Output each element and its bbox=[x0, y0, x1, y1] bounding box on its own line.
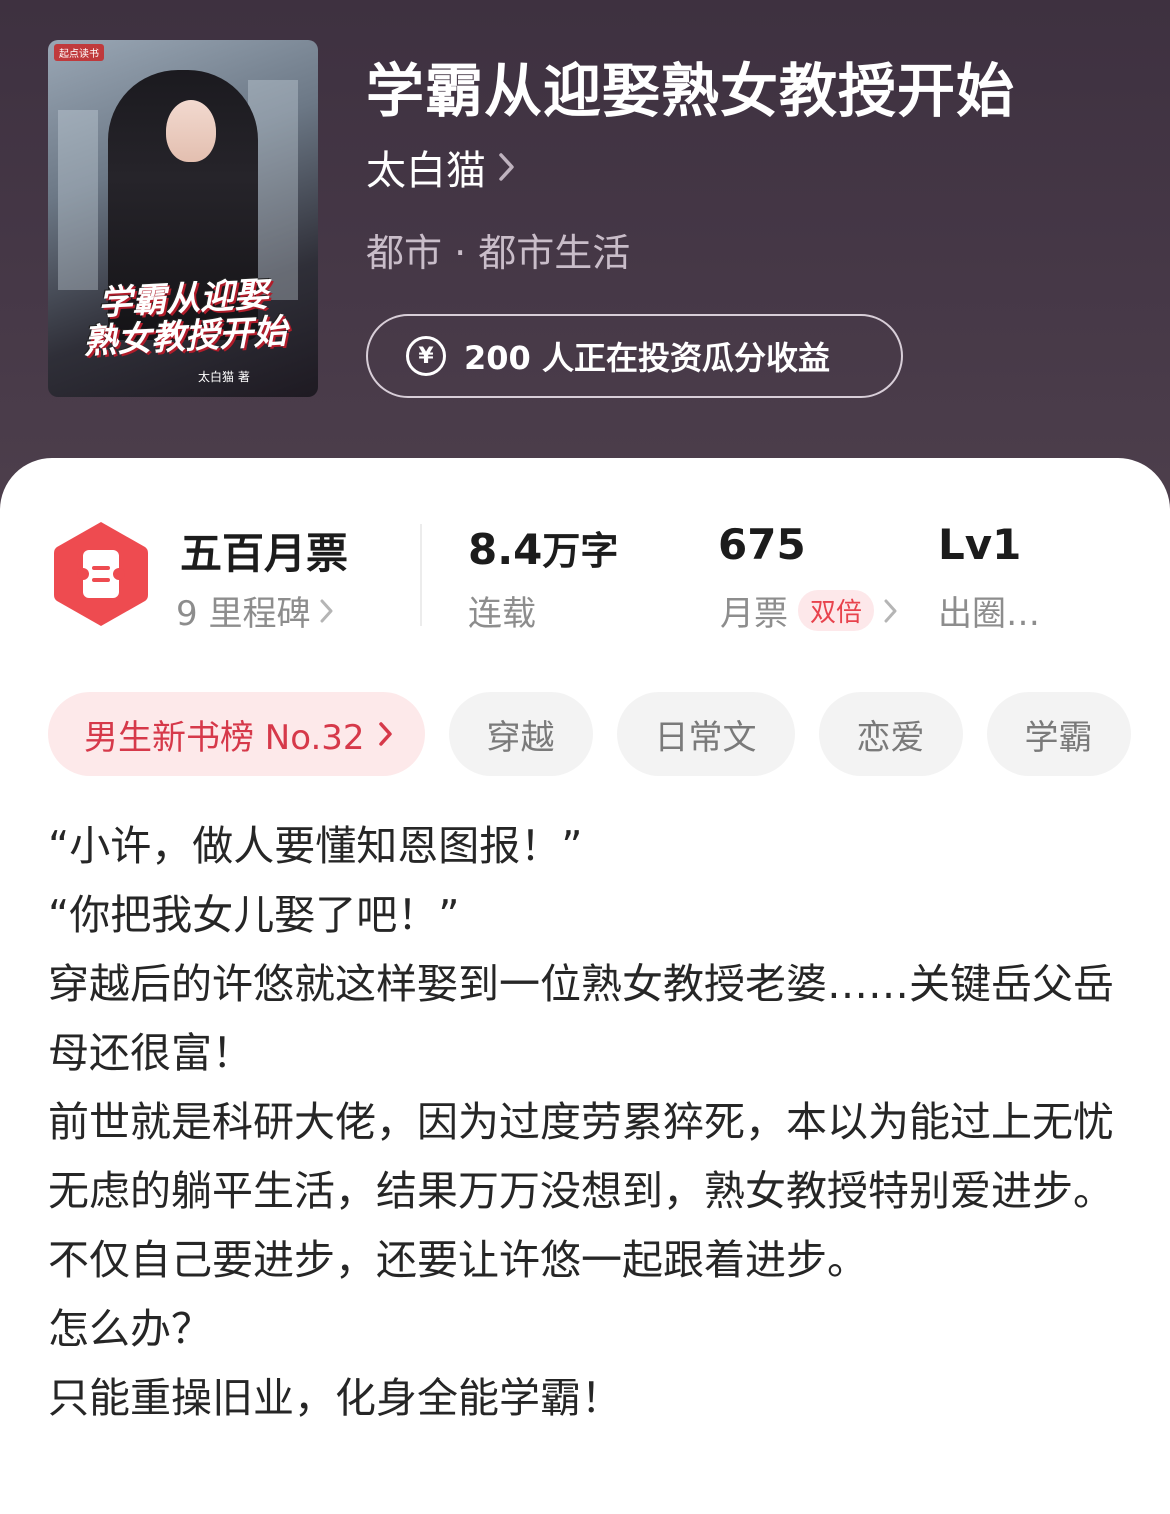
monthly-ticket-icon[interactable] bbox=[52, 520, 150, 628]
stats-divider bbox=[420, 524, 422, 626]
tag-chip[interactable]: 日常文 bbox=[616, 692, 795, 776]
chevron-right-icon bbox=[499, 153, 514, 181]
yen-coin-icon: ¥ bbox=[406, 336, 446, 376]
chevron-right-icon bbox=[378, 722, 392, 746]
synopsis-paragraph: “你把我女儿娶了吧！” bbox=[48, 891, 460, 939]
fan-level[interactable]: Lv1 bbox=[938, 520, 1021, 569]
double-ticket-badge: 双倍 bbox=[798, 590, 875, 631]
ticket-milestone-title[interactable]: 五百月票 bbox=[180, 520, 348, 581]
invest-button-label: 200 人正在投资瓜分收益 bbox=[464, 339, 830, 377]
monthly-ticket-count[interactable]: 675 bbox=[718, 520, 806, 569]
fan-level-sub[interactable]: 出圈… bbox=[938, 586, 1040, 635]
synopsis-paragraph: “小许，做人要懂知恩图报！” bbox=[48, 822, 583, 870]
rank-tag-label: 男生新书榜 No.32 bbox=[84, 717, 365, 758]
tag-chip[interactable]: 学霸 bbox=[986, 692, 1131, 776]
book-cover[interactable]: 起点读书 学霸从迎娶 熟女教授开始 太白猫 著 bbox=[48, 40, 318, 397]
chevron-right-icon bbox=[320, 599, 333, 622]
invest-button[interactable]: ¥ 200 人正在投资瓜分收益 bbox=[366, 314, 903, 398]
word-count-unit: 万字 bbox=[542, 529, 619, 573]
author-name: 太白猫 bbox=[366, 148, 486, 194]
cover-publisher-badge: 起点读书 bbox=[54, 44, 104, 61]
tag-chip[interactable]: 穿越 bbox=[448, 692, 593, 776]
book-title: 学霸从迎娶熟女教授开始 bbox=[366, 57, 1016, 125]
tag-row: 男生新书榜 No.32 穿越 日常文 恋爱 学霸 bbox=[48, 692, 1148, 776]
synopsis-paragraph: 穿越后的许悠就这样娶到一位熟女教授老婆……关键岳父岳母还很富！ bbox=[48, 960, 1114, 1077]
cover-building bbox=[58, 110, 98, 290]
genre-label[interactable]: 都市 · 都市生活 bbox=[366, 222, 630, 277]
author-link[interactable]: 太白猫 bbox=[366, 142, 516, 194]
cover-face bbox=[166, 100, 216, 162]
monthly-ticket-link[interactable]: 月票 双倍 bbox=[720, 586, 898, 635]
ticket-milestone-link[interactable]: 9 里程碑 bbox=[176, 586, 334, 635]
monthly-ticket-label: 月票 bbox=[720, 594, 788, 634]
ticket-milestone-sub: 9 里程碑 bbox=[176, 594, 311, 634]
synopsis-paragraph: 前世就是科研大佬，因为过度劳累猝死，本以为能过上无忧无虑的躺平生活，结果万万没想… bbox=[48, 1098, 1114, 1215]
synopsis-paragraph: 不仅自己要进步，还要让许悠一起跟着进步。 bbox=[48, 1236, 868, 1284]
cover-title: 学霸从迎娶 熟女教授开始 bbox=[54, 273, 314, 363]
cover-author: 太白猫 著 bbox=[198, 370, 250, 384]
book-header: 起点读书 学霸从迎娶 熟女教授开始 太白猫 著 学霸从迎娶熟女教授开始 太白猫 … bbox=[0, 0, 1170, 520]
tag-chip[interactable]: 恋爱 bbox=[818, 692, 963, 776]
chevron-right-icon bbox=[884, 599, 897, 622]
synopsis-paragraph: 怎么办？ bbox=[48, 1305, 212, 1353]
synopsis-paragraph: 只能重操旧业，化身全能学霸！ bbox=[48, 1374, 622, 1422]
book-synopsis[interactable]: “小许，做人要懂知恩图报！” “你把我女儿娶了吧！” 穿越后的许悠就这样娶到一位… bbox=[48, 812, 1128, 1433]
word-count-number: 8.4 bbox=[468, 525, 543, 574]
rank-tag[interactable]: 男生新书榜 No.32 bbox=[48, 692, 425, 776]
serial-status: 连载 bbox=[468, 594, 536, 634]
word-count: 8.4万字 bbox=[468, 520, 618, 575]
